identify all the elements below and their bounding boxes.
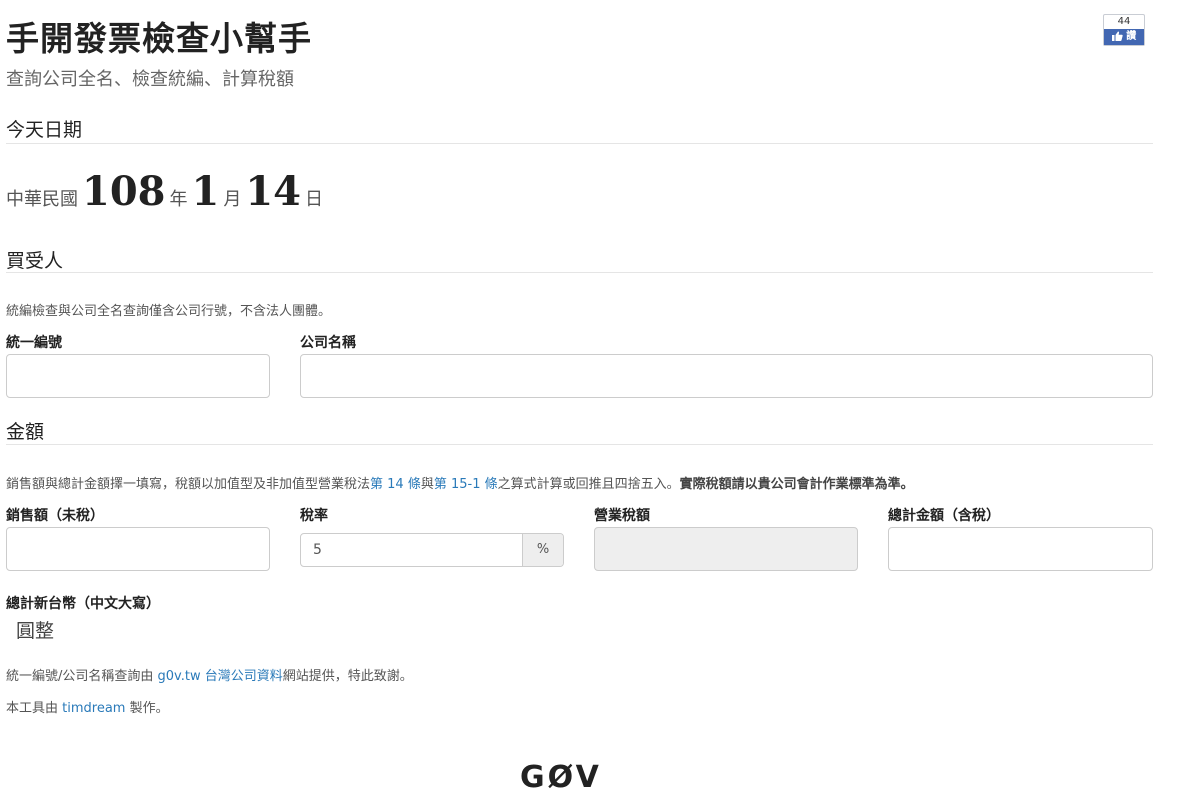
page-title: 手開發票檢查小幫手 [6, 19, 312, 58]
law-link-article-14[interactable]: 第 14 條 [370, 477, 421, 492]
tax-id-input[interactable] [6, 354, 270, 398]
page-subtitle: 查詢公司全名、檢查統編、計算稅額 [6, 69, 294, 90]
tax-rate-label: 稅率 [300, 508, 328, 524]
business-tax-label: 營業稅額 [594, 508, 650, 524]
amount-note-bold: 實際稅額請以貴公司會計作業標準為準。 [679, 477, 914, 492]
company-name-input[interactable] [300, 354, 1153, 398]
amount-note-suffix: 之算式計算或回推且四捨五入。 [497, 477, 680, 492]
like-label: 讚 [1126, 31, 1137, 42]
amount-note: 銷售額與總計金額擇一填寫，稅額以加值型及非加值型營業稅法第 14 條與第 15-… [6, 473, 914, 492]
date-month: 1 [191, 168, 220, 215]
amount-note-and: 與 [420, 477, 434, 492]
amount-in-words: 圓整 [16, 620, 55, 642]
date-day-unit: 日 [305, 189, 324, 210]
facebook-like-button[interactable]: 44 讚 [1103, 14, 1145, 46]
tax-rate-input[interactable]: 5 [301, 534, 522, 566]
today-heading: 今天日期 [6, 119, 83, 141]
author-credit: 本工具由 timdream 製作。 [6, 697, 169, 716]
g0v-company-data-link[interactable]: g0v.tw 台灣公司資料 [158, 669, 283, 684]
law-link-article-15-1[interactable]: 第 15-1 條 [434, 477, 498, 492]
company-name-label: 公司名稱 [300, 335, 356, 351]
buyer-heading: 買受人 [6, 250, 64, 272]
date-year-unit: 年 [169, 189, 188, 210]
amount-in-words-label: 總計新台幣（中文大寫） [6, 596, 160, 612]
section-divider [6, 143, 1153, 144]
total-amount-input[interactable] [888, 527, 1153, 571]
amount-note-prefix: 銷售額與總計金額擇一填寫，稅額以加值型及非加值型營業稅法 [6, 477, 371, 492]
date-day: 14 [245, 168, 302, 215]
tax-id-label: 統一編號 [6, 335, 62, 351]
author-link[interactable]: timdream [62, 701, 125, 716]
g0v-logo[interactable]: GØV [520, 760, 602, 795]
credit-prefix: 統一編號/公司名稱查詢由 [6, 669, 158, 684]
credit-suffix: 網站提供，特此致謝。 [282, 669, 413, 684]
buyer-note: 統編檢查與公司全名查詢僅含公司行號，不含法人團體。 [6, 304, 332, 319]
sales-amount-label: 銷售額（未稅） [6, 508, 104, 524]
thumbs-up-icon [1111, 31, 1123, 41]
author-suffix: 製作。 [125, 701, 169, 716]
section-divider [6, 272, 1153, 273]
amount-heading: 金額 [6, 421, 45, 443]
like-label-bar: 讚 [1104, 29, 1144, 45]
percent-addon: % [522, 534, 563, 566]
sales-amount-input[interactable] [6, 527, 270, 571]
section-divider [6, 444, 1153, 445]
date-era: 中華民國 [6, 189, 78, 210]
date-year: 108 [82, 168, 166, 215]
today-date: 中華民國 108 年 1 月 14 日 [6, 168, 323, 218]
tax-rate-input-group: 5 % [300, 533, 564, 567]
data-credit: 統一編號/公司名稱查詢由 g0v.tw 台灣公司資料網站提供，特此致謝。 [6, 665, 413, 684]
date-month-unit: 月 [223, 189, 242, 210]
total-amount-label: 總計金額（含稅） [888, 508, 1000, 524]
like-count: 44 [1117, 16, 1131, 27]
author-prefix: 本工具由 [6, 701, 63, 716]
business-tax-output [594, 527, 858, 571]
